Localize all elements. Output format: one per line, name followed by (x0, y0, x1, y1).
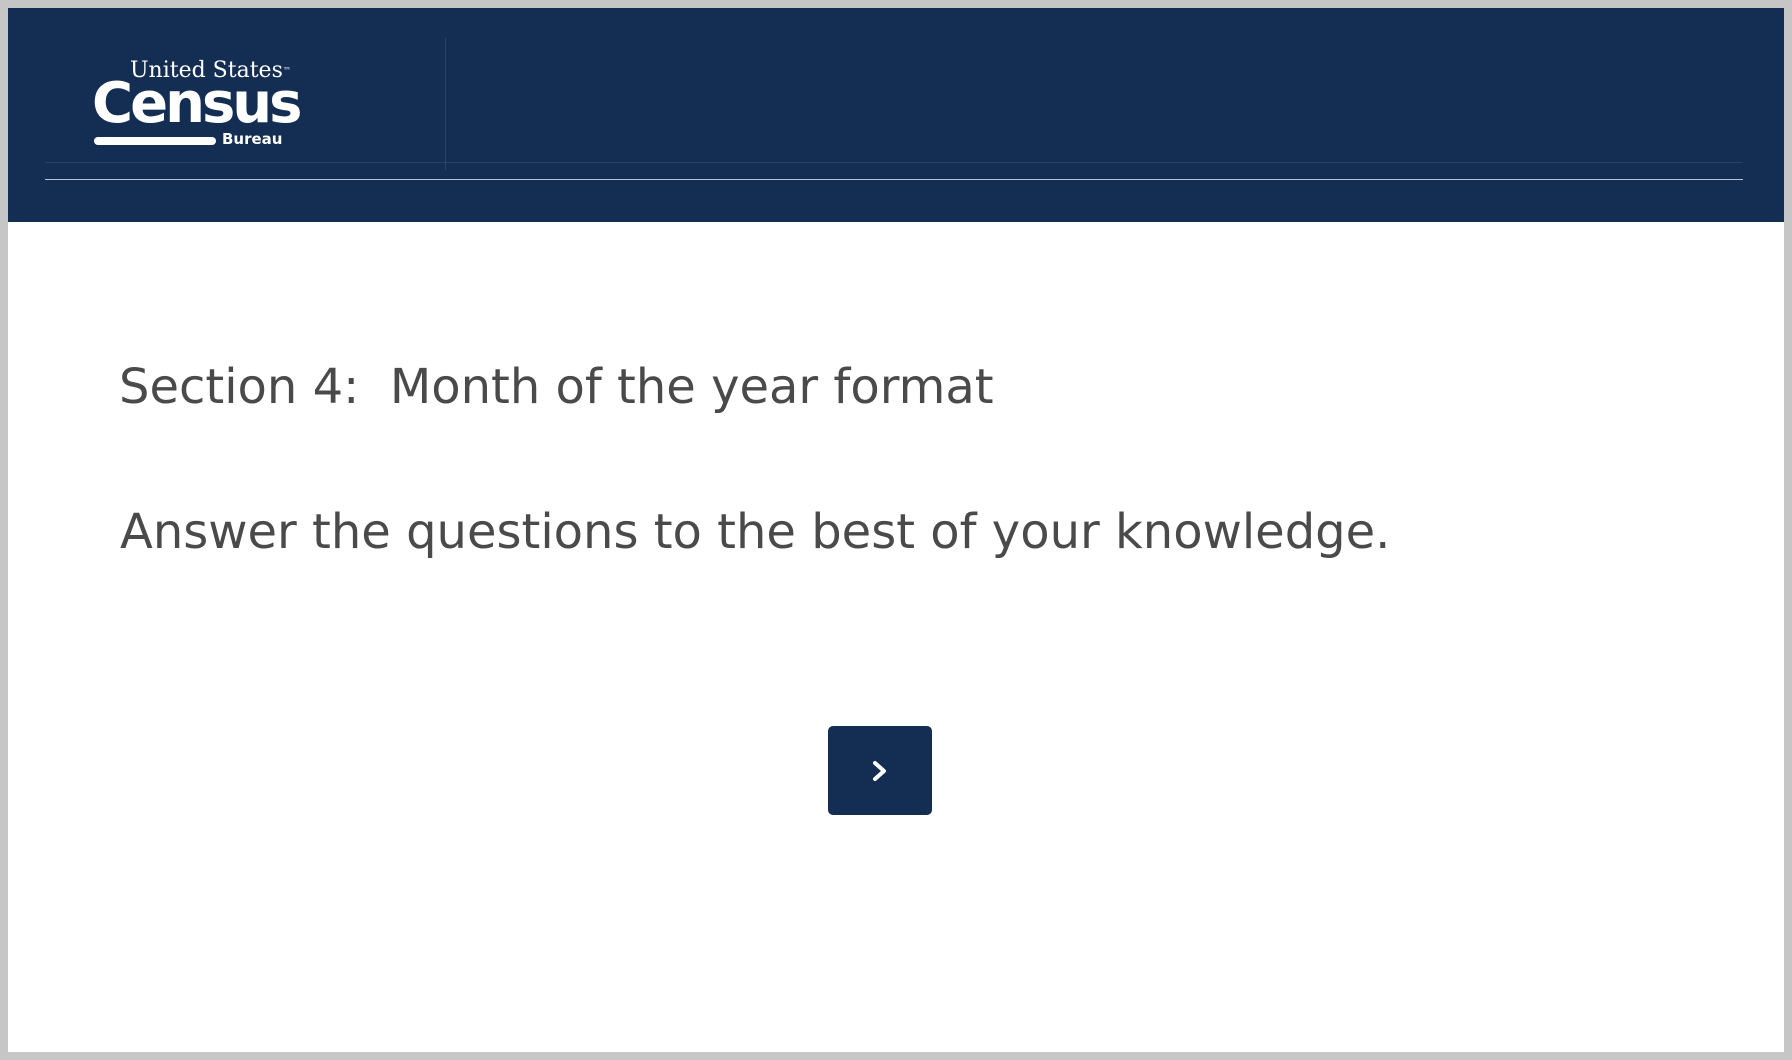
chevron-right-icon (873, 760, 886, 781)
header-vertical-divider (445, 38, 446, 170)
instructions-text: Answer the questions to the best of your… (120, 504, 1391, 560)
section-title: Section 4: Month of the year format (119, 359, 994, 415)
logo-underline (94, 137, 216, 145)
site-header: United States™ Census Bureau (8, 8, 1784, 222)
survey-page: United States™ Census Bureau Section 4: … (8, 8, 1784, 1052)
census-bureau-logo: United States™ Census Bureau (92, 58, 302, 152)
logo-sub-text: Bureau (222, 130, 283, 148)
next-button[interactable] (828, 726, 932, 815)
header-rule (45, 179, 1743, 180)
header-inner-rule (45, 162, 1743, 163)
logo-main-text: Census (92, 71, 302, 136)
